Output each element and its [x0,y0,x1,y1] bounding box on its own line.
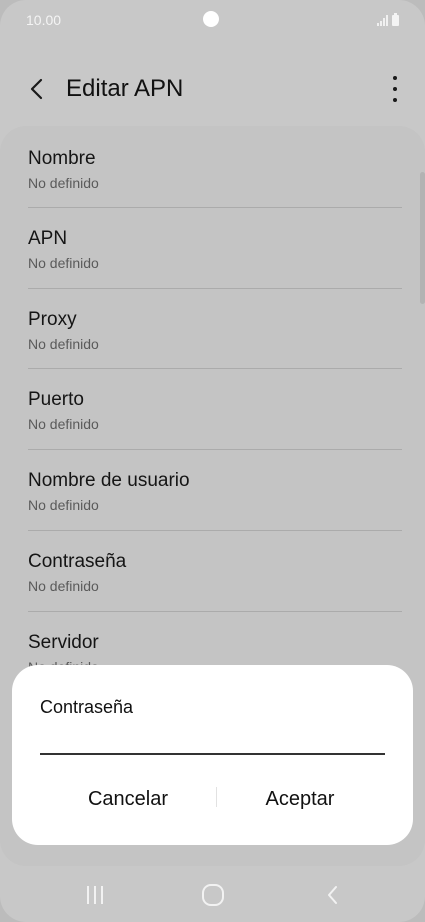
setting-title: Nombre de usuario [28,470,190,491]
setting-item-contrasena[interactable]: Contraseña No definido [28,531,402,611]
more-vertical-icon[interactable] [391,76,399,102]
setting-value: No definido [28,416,99,432]
setting-title: Contraseña [28,551,127,572]
home-icon[interactable] [188,878,238,912]
password-dialog: Contraseña Cancelar Aceptar [12,665,413,845]
recents-icon[interactable] [70,878,120,912]
button-divider [216,787,217,807]
password-input[interactable] [40,723,385,755]
setting-value: No definido [28,175,99,191]
setting-value: No definido [28,336,99,352]
chevron-left-icon[interactable] [22,74,52,104]
page-title: Editar APN [66,75,184,102]
scrollbar[interactable] [420,172,425,304]
dialog-title: Contraseña [40,697,134,717]
setting-value: No definido [28,255,99,271]
setting-item-nombre-de-usuario[interactable]: Nombre de usuario No definido [28,450,402,530]
phone-screen: 10.00 Editar APN Nombre No definido APN [0,0,425,922]
setting-value: No definido [28,578,99,594]
setting-title: APN [28,228,68,249]
status-time: 10.00 [26,12,62,28]
signal-icon [377,14,388,26]
setting-value: No definido [28,497,99,513]
setting-title: Nombre [28,148,96,169]
status-icons [377,12,399,26]
setting-item-proxy[interactable]: Proxy No definido [28,289,402,369]
navigation-bar [0,866,425,922]
app-bar: Editar APN [0,60,425,120]
setting-title: Puerto [28,389,84,410]
setting-item-nombre[interactable]: Nombre No definido [28,128,402,208]
setting-item-apn[interactable]: APN No definido [28,208,402,288]
back-icon[interactable] [308,878,358,912]
accept-button[interactable]: Aceptar [220,781,380,817]
cancel-button[interactable]: Cancelar [48,781,208,817]
status-bar: 10.00 [0,0,425,40]
camera-cutout [203,11,219,27]
setting-title: Servidor [28,632,99,653]
setting-item-puerto[interactable]: Puerto No definido [28,369,402,449]
battery-icon [392,13,399,26]
setting-title: Proxy [28,309,77,330]
